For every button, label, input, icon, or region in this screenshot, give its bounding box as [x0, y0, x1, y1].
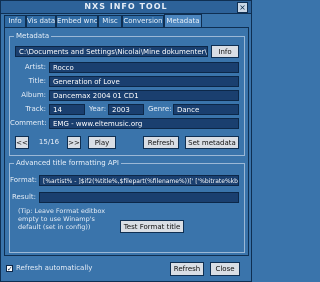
- album-field[interactable]: Dancemax 2004 01 CD1: [49, 90, 239, 101]
- genre-field[interactable]: Dance: [173, 104, 239, 115]
- refresh-automatically-checkbox[interactable]: ✓: [6, 265, 13, 273]
- track-label: Track:: [25, 105, 46, 113]
- genre-label: Genre:: [148, 105, 172, 113]
- tab-strip: Info Vis data Embed wndt Misc Conversion…: [4, 14, 248, 28]
- comment-label: Comment:: [10, 119, 47, 127]
- album-label: Album:: [21, 91, 46, 99]
- title-field[interactable]: Generation of Love: [49, 76, 239, 87]
- tab-conversion[interactable]: Conversion: [122, 15, 164, 27]
- advanced-formatting-group: Advanced title formatting API Format: [%…: [9, 159, 245, 253]
- year-field[interactable]: 2003: [108, 104, 144, 115]
- year-label: Year:: [89, 105, 107, 113]
- refresh-metadata-button[interactable]: Refresh: [143, 136, 179, 149]
- artist-field[interactable]: Rocco: [49, 62, 239, 73]
- tab-vis-data[interactable]: Vis data: [26, 15, 56, 27]
- next-button[interactable]: >>: [67, 136, 81, 149]
- tab-info[interactable]: Info: [4, 15, 26, 27]
- title-bar[interactable]: NXS INFO TOOL ×: [1, 1, 251, 14]
- close-icon[interactable]: ×: [237, 2, 248, 13]
- play-button[interactable]: Play: [88, 136, 116, 149]
- set-metadata-button[interactable]: Set metadata: [185, 136, 239, 149]
- file-path-field[interactable]: C:\Documents and Settings\Nicolai\Mine d…: [15, 46, 208, 57]
- result-field: [39, 192, 239, 203]
- test-format-title-button[interactable]: Test Format title: [120, 220, 184, 233]
- refresh-button[interactable]: Refresh: [170, 262, 204, 276]
- comment-field[interactable]: EMG - www.eltemusic.org: [49, 118, 239, 129]
- metadata-group-title: Metadata: [14, 32, 52, 41]
- tab-embed-wndt[interactable]: Embed wndt: [56, 15, 98, 27]
- file-counter: 15/16: [38, 138, 60, 146]
- tab-misc[interactable]: Misc: [98, 15, 122, 27]
- artist-label: Artist:: [24, 63, 46, 71]
- close-button[interactable]: Close: [210, 262, 240, 276]
- format-field[interactable]: [%artist% - ]$if2(%title%,$filepart(%fil…: [39, 175, 239, 186]
- nxs-info-tool-window: NXS INFO TOOL × Info Vis data Embed wndt…: [0, 0, 252, 282]
- tab-metadata[interactable]: Metadata: [164, 14, 202, 28]
- previous-button[interactable]: <<: [15, 136, 29, 149]
- result-label: Result:: [12, 193, 36, 201]
- advanced-group-title: Advanced title formatting API: [14, 159, 121, 168]
- metadata-panel: Metadata C:\Documents and Settings\Nicol…: [4, 27, 249, 256]
- info-button[interactable]: Info: [211, 45, 239, 58]
- format-label: Format:: [10, 176, 38, 184]
- bottom-bar: ✓ Refresh automatically Refresh Close: [4, 259, 248, 279]
- refresh-automatically-label[interactable]: Refresh automatically: [16, 263, 92, 274]
- metadata-group: Metadata C:\Documents and Settings\Nicol…: [9, 32, 245, 156]
- title-label: Title:: [28, 77, 46, 85]
- format-tip-text: (Tip: Leave Format editbox empty to use …: [18, 207, 106, 231]
- track-field[interactable]: 14: [49, 104, 85, 115]
- window-title: NXS INFO TOOL: [84, 2, 168, 11]
